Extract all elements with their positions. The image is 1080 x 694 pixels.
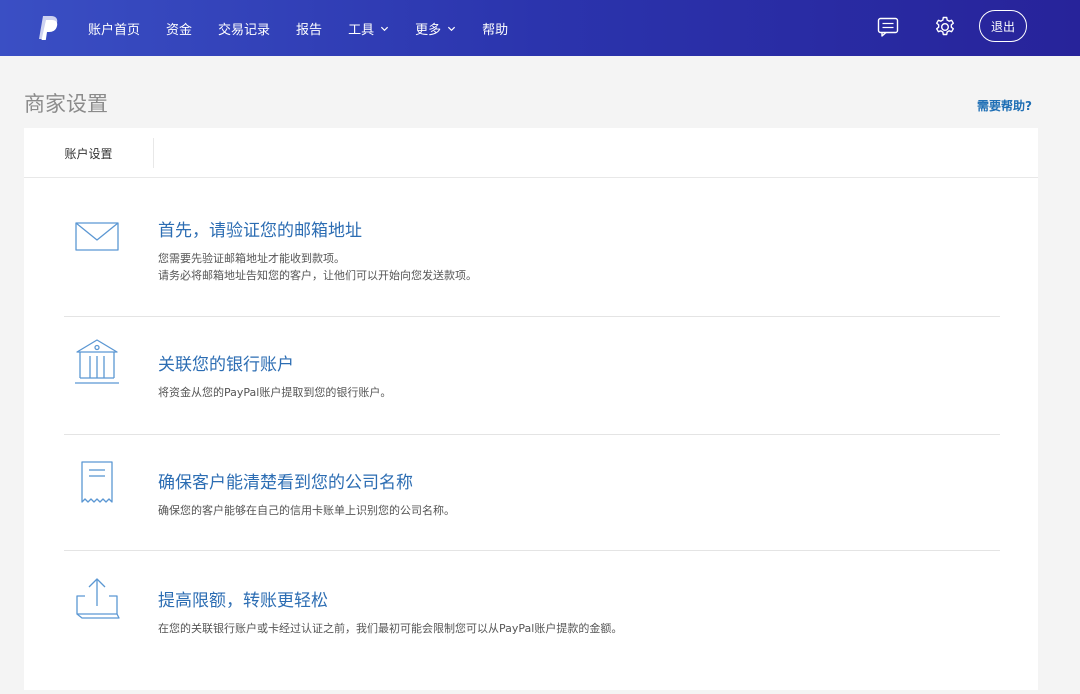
nav-help[interactable]: 帮助 [482,19,508,38]
divider [64,550,1000,551]
message-icon[interactable] [876,15,900,39]
step-desc-line: 您需要先验证邮箱地址才能收到款项。 [158,250,345,268]
chevron-down-icon [447,24,456,33]
divider [64,434,1000,435]
page-title: 商家设置 [24,88,108,118]
nav-label: 资金 [166,19,192,38]
step-verify-email[interactable]: 首先，请验证您的邮箱地址 您需要先验证邮箱地址才能收到款项。 请务必将邮箱地址告… [64,210,1000,290]
tab-label: 账户设置 [64,145,112,162]
step-title: 关联您的银行账户 [158,350,294,375]
tab-bar: 账户设置 [24,128,1038,178]
chevron-down-icon [380,24,389,33]
step-title: 提高限额，转账更轻松 [158,586,328,611]
nav-account-home[interactable]: 账户首页 [88,19,140,38]
need-help-link[interactable]: 需要帮助? [977,97,1032,114]
nav-funds[interactable]: 资金 [166,19,192,38]
divider [64,316,1000,317]
bank-icon [74,338,120,384]
gear-icon[interactable] [933,15,957,39]
envelope-icon [74,214,120,260]
step-title: 首先，请验证您的邮箱地址 [158,216,362,241]
nav-label: 报告 [296,19,322,38]
step-desc-line: 确保您的客户能够在自己的信用卡账单上识别您的公司名称。 [158,502,455,520]
step-raise-limits[interactable]: 提高限额，转账更轻松 在您的关联银行账户或卡经过认证之前，我们最初可能会限制您可… [64,576,1000,646]
tab-divider [153,138,154,168]
step-desc-line: 请务必将邮箱地址告知您的客户，让他们可以开始向您发送款项。 [158,267,477,285]
nav-label: 更多 [415,19,441,38]
nav-label: 交易记录 [218,19,270,38]
nav-label: 账户首页 [88,19,140,38]
step-link-bank[interactable]: 关联您的银行账户 将资金从您的PayPal账户提取到您的银行账户。 [64,338,1000,408]
nav-tools[interactable]: 工具 [348,19,389,38]
settings-card: 账户设置 首先，请验证您的邮箱地址 您需要先验证邮箱地址才能收到款项。 请务必将… [24,128,1038,690]
nav-label: 工具 [348,19,374,38]
nav-reports[interactable]: 报告 [296,19,322,38]
logout-button[interactable]: 退出 [979,10,1027,42]
step-title: 确保客户能清楚看到您的公司名称 [158,468,413,493]
step-company-name[interactable]: 确保客户能清楚看到您的公司名称 确保您的客户能够在自己的信用卡账单上识别您的公司… [64,458,1000,528]
nav-more[interactable]: 更多 [415,19,456,38]
step-desc-line: 将资金从您的PayPal账户提取到您的银行账户。 [158,384,391,402]
top-navigation-bar: 账户首页 资金 交易记录 报告 工具 更多 帮助 退出 [0,0,1080,56]
main-nav: 账户首页 资金 交易记录 报告 工具 更多 帮助 [88,0,534,56]
nav-transactions[interactable]: 交易记录 [218,19,270,38]
step-desc-line: 在您的关联银行账户或卡经过认证之前，我们最初可能会限制您可以从PayPal账户提… [158,620,622,638]
tab-account-settings[interactable]: 账户设置 [24,128,153,178]
nav-label: 帮助 [482,19,508,38]
paypal-logo-icon[interactable] [37,15,59,41]
upload-tray-icon [74,576,120,622]
receipt-icon [74,460,120,506]
